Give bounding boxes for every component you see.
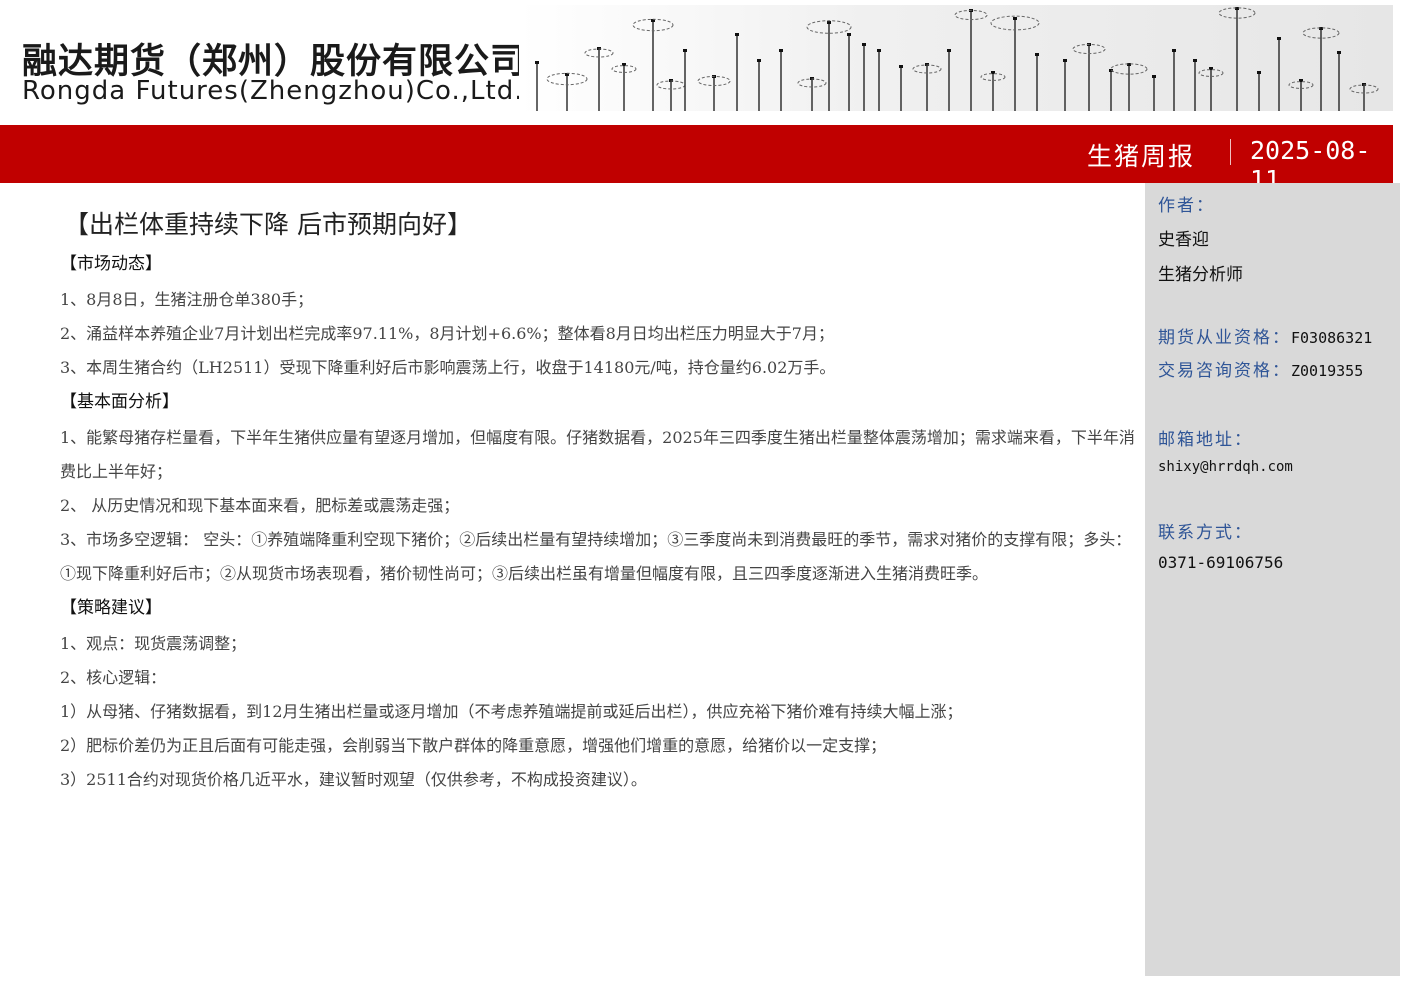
qualification-value: F03086321 (1291, 329, 1373, 347)
contact-value: 0371-69106756 (1158, 553, 1284, 572)
strategy-item: 2、核心逻辑： (60, 668, 167, 687)
contact-label: 联系方式： (1158, 523, 1253, 543)
strategy-item: 1）从母猪、仔猪数据看，到12月生猪出栏量或逐月增加（不考虑养殖端提前或延后出栏… (60, 702, 963, 721)
consulting-value: Z0019355 (1291, 362, 1364, 380)
report-type: 生猪周报 (1086, 142, 1195, 171)
author-label: 作者： (1158, 196, 1215, 216)
consulting-row: 交易咨询资格：Z0019355 (1158, 356, 1363, 381)
banner-divider (1230, 139, 1231, 165)
strategy-item: 1、观点：现货震荡调整； (60, 634, 247, 653)
article: 【出栏体重持续下降 后市预期向好】 【市场动态】 1、8月8日，生猪注册仓单38… (60, 205, 1135, 797)
company-name-en: Rongda Futures(Zhengzhou)Co.,Ltd. (22, 76, 524, 106)
section-fundamental-heading: 【基本面分析】 (60, 392, 179, 412)
qualification-row: 期货从业资格：F03086321 (1158, 323, 1372, 348)
report-banner: 生猪周报 2025-08-11 (0, 125, 1393, 194)
market-item: 2、涌益样本养殖企业7月计划出栏完成率97.11%，8月计划+6.6%；整体看8… (60, 324, 834, 343)
email-label: 邮箱地址： (1158, 430, 1253, 450)
section-strategy-heading: 【策略建议】 (60, 598, 162, 618)
qualification-label: 期货从业资格： (1158, 328, 1291, 348)
article-headline: 【出栏体重持续下降 后市预期向好】 (64, 210, 472, 239)
header-decorative-graphic (519, 5, 1393, 111)
fundamental-item: 2、 从历史情况和现下基本面来看，肥标差或震荡走强； (60, 496, 460, 515)
strategy-item: 3）2511合约对现货价格几近平水，建议暂时观望（仅供参考，不构成投资建议）。 (60, 770, 647, 789)
author-title: 生猪分析师 (1158, 265, 1243, 285)
fundamental-item: 1、能繁母猪存栏量看，下半年生猪供应量有望逐月增加，但幅度有限。仔猪数据看，20… (60, 428, 1135, 481)
section-market-heading: 【市场动态】 (60, 254, 162, 274)
author-sidebar: 作者： 史香迎 生猪分析师 期货从业资格：F03086321 交易咨询资格：Z0… (1145, 183, 1400, 976)
email-value[interactable]: shixy@hrrdqh.com (1158, 459, 1293, 475)
consulting-label: 交易咨询资格： (1158, 361, 1291, 381)
market-item: 3、本周生猪合约（LH2511）受现下降重利好后市影响震荡上行，收盘于14180… (60, 358, 836, 377)
strategy-item: 2）肥标价差仍为正且后面有可能走强，会削弱当下散户群体的降重意愿，增强他们增重的… (60, 736, 887, 755)
fundamental-item: 3、市场多空逻辑： 空头：①养殖端降重利空现下猪价；②后续出栏量有望持续增加；③… (60, 530, 1132, 583)
author-name: 史香迎 (1158, 230, 1209, 250)
market-item: 1、8月8日，生猪注册仓单380手； (60, 290, 314, 309)
